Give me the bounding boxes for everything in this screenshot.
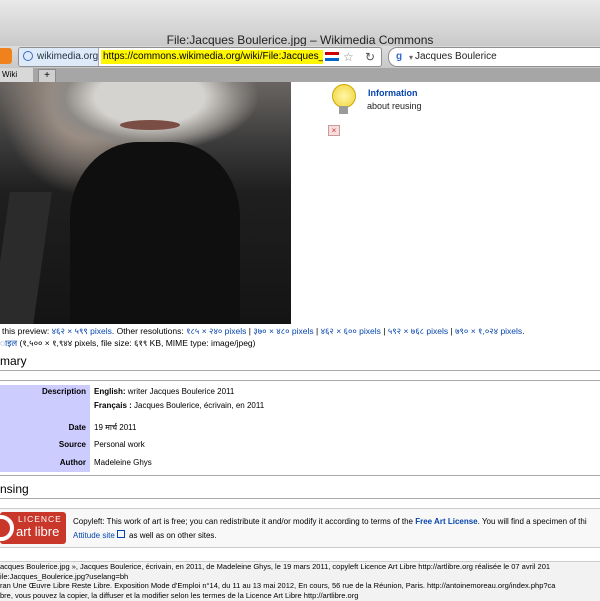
resolution-link-1[interactable]: १८५ × २४० pixels: [186, 326, 246, 336]
footer-line-2: ile:Jacques_Boulerice.jpg?uselang=bh: [0, 571, 129, 581]
footer-line-4: bre, vous pouvez la copier, la diffuser …: [0, 590, 359, 600]
logo-art-libre-text: art libre: [16, 524, 60, 539]
author-value: Madeleine Ghys: [94, 458, 152, 467]
information-table: Description English: writer Jacques Boul…: [0, 380, 600, 476]
resolution-prefix: this preview:: [2, 326, 52, 336]
original-file-link[interactable]: ाइल: [0, 338, 17, 348]
lightbulb-base-icon: [339, 106, 348, 114]
globe-icon: [23, 51, 33, 61]
resolution-link-5[interactable]: ७९० × १,०२४ pixels: [455, 326, 522, 336]
original-file-info: (१,५०० × १,९४४ pixels, file size: ६१९ KB…: [17, 338, 256, 348]
description-english: English: writer Jacques Boulerice 2011: [94, 387, 234, 396]
reload-icon[interactable]: ↻: [365, 48, 375, 66]
copyleft-pre: Copyleft: This work of art is free; you …: [73, 517, 416, 526]
resolution-link-2[interactable]: ३७० × ४८० pixels: [253, 326, 313, 336]
image-jacket-shape: [70, 142, 240, 324]
flag-icon[interactable]: [325, 52, 339, 61]
resolution-end: .: [522, 326, 525, 336]
logo-ring-icon: [0, 515, 14, 541]
description-french-text: Jacques Boulerice, écrivain, en 2011: [131, 401, 265, 410]
footer-line-3: ran Une Œuvre Libre Reste Libre. Exposit…: [0, 581, 556, 590]
free-art-license-link[interactable]: Free Art License: [415, 517, 477, 526]
information-link[interactable]: Information: [368, 88, 418, 98]
source-label: Source: [0, 436, 90, 454]
art-libre-logo[interactable]: LICENCE art libre: [0, 512, 66, 544]
date-label: Date: [0, 419, 90, 436]
window-titlebar: File:Jacques Boulerice.jpg – Wikimedia C…: [0, 0, 600, 47]
resolution-link-3[interactable]: ४६२ × ६०० pixels: [321, 326, 381, 336]
preview-size-link[interactable]: ४६२ × ५९९ pixels: [52, 326, 112, 336]
lang-french: Français :: [94, 401, 132, 410]
file-image[interactable]: [0, 82, 291, 324]
copyleft-text: Copyleft: This work of art is free; you …: [73, 517, 587, 526]
site-identity-badge[interactable]: wikimedia.org: [19, 48, 99, 66]
google-icon[interactable]: g: [393, 51, 405, 63]
other-resolutions-label: . Other resolutions:: [111, 326, 187, 336]
new-tab-button[interactable]: +: [38, 69, 56, 83]
external-link-icon: [116, 530, 125, 538]
site-badge-label: wikimedia.org: [37, 51, 99, 62]
logo-licence-text: LICENCE: [18, 514, 62, 524]
description-english-text: writer Jacques Boulerice 2011: [125, 387, 235, 396]
summary-rule: [0, 370, 600, 371]
tab-wiki[interactable]: Wiki: [0, 68, 33, 82]
information-subtitle: about reusing: [367, 101, 422, 111]
window-title: File:Jacques Boulerice.jpg – Wikimedia C…: [166, 33, 434, 47]
image-strap-shape: [0, 192, 52, 324]
attitude-site-link[interactable]: Attitude site: [73, 531, 115, 540]
licensing-heading: nsing: [0, 482, 29, 496]
address-bar[interactable]: wikimedia.org https://commons.wikimedia.…: [18, 47, 382, 67]
search-engine-dropdown-icon[interactable]: ▾: [409, 49, 413, 67]
source-value: Personal work: [94, 440, 145, 449]
close-icon[interactable]: ×: [328, 125, 340, 136]
footer-line-1: acques Boulerice.jpg », Jacques Bouleric…: [0, 562, 551, 571]
author-label: Author: [0, 454, 90, 472]
tab-label: Wiki: [2, 70, 18, 79]
summary-heading: mary: [0, 354, 27, 368]
attribution-footer: acques Boulerice.jpg », Jacques Bouleric…: [0, 561, 600, 601]
description-label: Description: [0, 385, 90, 419]
attitude-line: Attitude site as well as on other sites.: [73, 530, 217, 540]
rss-icon[interactable]: [0, 48, 12, 64]
attitude-post: as well as on other sites.: [126, 531, 217, 540]
search-box[interactable]: g ▾ Jacques Boulerice: [388, 47, 600, 67]
browser-toolbar: wikimedia.org https://commons.wikimedia.…: [0, 46, 600, 68]
tab-bar: Wiki +: [0, 68, 600, 83]
original-file-line: ाइल (१,५०० × १,९४४ pixels, file size: ६१…: [0, 338, 255, 349]
image-lips-shape: [120, 120, 180, 130]
resolution-line: this preview: ४६२ × ५९९ pixels. Other re…: [2, 326, 525, 336]
url-text[interactable]: https://commons.wikimedia.org/wiki/File:…: [101, 50, 323, 64]
lightbulb-icon: [332, 84, 356, 108]
lang-english: English:: [94, 387, 126, 396]
description-french: Français : Jacques Boulerice, écrivain, …: [94, 401, 264, 410]
licensing-rule: [0, 498, 600, 499]
date-value: 19 मार्च 2011: [94, 423, 137, 432]
resolution-link-4[interactable]: ५९२ × ७६८ pixels: [388, 326, 448, 336]
license-box: LICENCE art libre Copyleft: This work of…: [0, 508, 600, 548]
bookmark-star-icon[interactable]: ☆: [343, 48, 354, 66]
copyleft-post: . You will find a specimen of thi: [477, 517, 587, 526]
search-input-value[interactable]: Jacques Boulerice: [415, 48, 497, 66]
